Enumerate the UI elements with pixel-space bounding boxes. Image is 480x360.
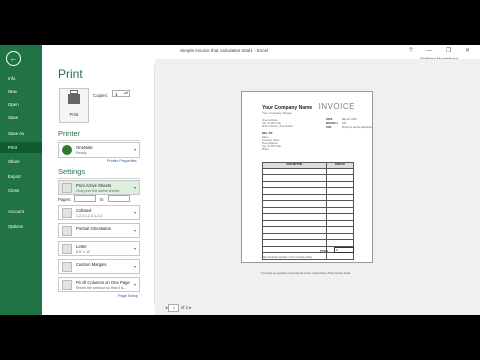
- total-value-box: 0: [334, 247, 354, 253]
- sidebar-item-open[interactable]: Open: [0, 99, 42, 110]
- sidebar-item-info[interactable]: Info: [0, 73, 42, 84]
- restore-icon[interactable]: ❐: [446, 48, 457, 54]
- pages-label: Pages:: [58, 197, 72, 202]
- title-bar: Simple invoice that calculates total1 - …: [0, 45, 480, 61]
- divider: [58, 140, 140, 141]
- print-button[interactable]: Print: [59, 88, 89, 123]
- setting-subtitle: Only print the active sheets: [76, 189, 120, 193]
- setting-subtitle: 1,2,3 1,2,3 1,2,3: [76, 214, 102, 218]
- invoice-items-table: DESCRIPTION AMOUNT: [262, 162, 355, 260]
- help-icon[interactable]: ?: [409, 48, 418, 54]
- sidebar-item-close[interactable]: Close: [0, 185, 42, 196]
- sidebar-item-export[interactable]: Export: [0, 171, 42, 182]
- setting-subtitle: 8.5" x 11": [76, 250, 92, 254]
- pages-to-label: to: [100, 197, 104, 202]
- chevron-down-icon: ▾: [133, 246, 136, 251]
- margins-icon: [62, 262, 72, 272]
- total-value: 0: [336, 249, 338, 252]
- sidebar-item-save-as[interactable]: Save As: [0, 128, 42, 139]
- printer-heading: Printer: [58, 129, 81, 138]
- printer-properties-link[interactable]: Printer Properties: [107, 159, 137, 163]
- meta-label: DATE: [326, 118, 333, 121]
- printer-status: Ready: [76, 151, 87, 155]
- paper-size-select[interactable]: Letter 8.5" x 11" ▾: [58, 241, 140, 256]
- sidebar-item-share[interactable]: Share: [0, 156, 42, 167]
- total-label: TOTAL: [320, 250, 329, 253]
- divider: [58, 178, 140, 179]
- scaling-icon: [62, 280, 72, 290]
- sidebar-item-account[interactable]: Account: [0, 206, 42, 217]
- meta-label: FOR:: [326, 126, 332, 129]
- setting-title: Letter: [76, 244, 87, 249]
- meta-label: INVOICE #: [326, 122, 338, 125]
- collated-icon: [62, 208, 72, 218]
- portrait-icon: [62, 226, 72, 236]
- previous-page-icon[interactable]: ◂: [165, 305, 167, 310]
- bill-to-label: BILL TO:: [262, 132, 273, 135]
- preview-page: Your Company Name Your Company Slogan IN…: [241, 91, 373, 263]
- meta-value: Project or service description: [342, 126, 373, 129]
- sidebar-item-save[interactable]: Save: [0, 112, 42, 123]
- setting-title: Fit All Columns on One Page: [76, 280, 130, 285]
- collation-select[interactable]: Collated 1,2,3 1,2,3 1,2,3 ▾: [58, 205, 140, 220]
- current-page-input[interactable]: 1: [168, 304, 180, 312]
- sheets-icon: [62, 183, 72, 193]
- page-setup-link[interactable]: Page Setup: [118, 294, 138, 298]
- company-slogan: Your Company Slogan: [262, 111, 292, 115]
- setting-title: Portrait Orientation: [76, 226, 112, 231]
- setting-title: Custom Margins: [76, 262, 107, 267]
- scaling-select[interactable]: Fit All Columns on One Page Shrink the p…: [58, 277, 140, 292]
- excel-backstage: Simple invoice that calculates total1 - …: [0, 45, 480, 315]
- sidebar-item-options[interactable]: Options: [0, 221, 42, 232]
- meta-value: May 20, 2013: [342, 118, 357, 121]
- print-button-label: Print: [69, 112, 79, 117]
- page-total-label: of 2: [180, 305, 189, 311]
- address-line: Phone Number | Fax Number: [262, 125, 294, 128]
- copies-label: Copies:: [93, 93, 108, 98]
- invoice-heading: INVOICE: [318, 102, 355, 111]
- onenote-printer-icon: [62, 145, 72, 155]
- bill-to-line: Phone: [262, 148, 269, 151]
- footer-line: If you have any questions concerning thi…: [261, 273, 350, 275]
- chevron-down-icon: ▾: [133, 210, 136, 215]
- next-page-icon[interactable]: ▸: [189, 305, 191, 310]
- window-controls[interactable]: ? — ❐ ✕: [409, 47, 476, 54]
- back-arrow-icon[interactable]: ←: [6, 51, 21, 66]
- chevron-down-icon: ▾: [133, 147, 136, 152]
- margins-select[interactable]: Custom Margins ▾: [58, 259, 140, 274]
- paper-icon: [62, 244, 72, 254]
- page-navigator: ◂ 1 of 2 ▸: [165, 304, 191, 312]
- page-title: Print: [58, 67, 83, 81]
- window-title: Simple invoice that calculates total1 - …: [180, 48, 269, 53]
- printer-select[interactable]: OneNote Ready ▾: [58, 142, 140, 158]
- print-what-select[interactable]: Print Active Sheets Only print the activ…: [58, 180, 140, 195]
- setting-title: Collated: [76, 208, 92, 213]
- meta-value: 100: [342, 122, 346, 125]
- orientation-select[interactable]: Portrait Orientation ▾: [58, 223, 140, 238]
- sidebar-item-new[interactable]: New: [0, 86, 42, 97]
- chevron-down-icon: ▾: [133, 228, 136, 233]
- close-icon[interactable]: ✕: [465, 48, 476, 54]
- chevron-down-icon: ▾: [133, 264, 136, 269]
- settings-heading: Settings: [58, 167, 86, 176]
- footer-line: Make all checks payable to Your Company …: [262, 257, 313, 259]
- setting-subtitle: Shrink the printout so that it is...: [76, 286, 127, 290]
- printer-name: OneNote: [76, 145, 93, 150]
- printer-icon: [68, 90, 80, 104]
- chevron-down-icon: ▾: [133, 185, 136, 190]
- chevron-down-icon: ▾: [133, 282, 136, 287]
- setting-title: Print Active Sheets: [76, 183, 112, 188]
- copies-spinner-icon[interactable]: ▴▾: [124, 90, 128, 95]
- pages-from-input[interactable]: [74, 195, 96, 202]
- pages-to-input[interactable]: [108, 195, 130, 202]
- sidebar-item-print[interactable]: Print: [0, 142, 42, 153]
- backstage-sidebar: ← Info New Open Save Save As Print Share…: [0, 45, 42, 315]
- minimize-icon[interactable]: —: [426, 48, 438, 54]
